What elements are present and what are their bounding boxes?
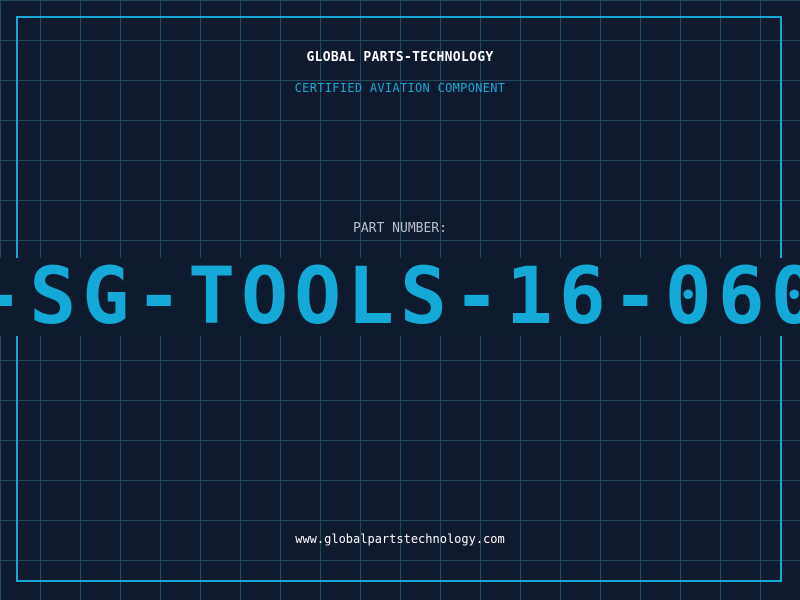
website-url: www.globalpartstechnology.com [295, 532, 505, 546]
part-number-label: PART NUMBER: [353, 221, 447, 236]
part-label-card: GLOBAL PARTS-TECHNOLOGY CERTIFIED AVIATI… [0, 0, 800, 600]
part-number-value: M-SG-TOOLS-16-0600 [0, 258, 800, 336]
company-name: GLOBAL PARTS-TECHNOLOGY [306, 50, 494, 65]
tagline: CERTIFIED AVIATION COMPONENT [294, 81, 506, 95]
part-number-band: M-SG-TOOLS-16-0600 [0, 258, 800, 336]
